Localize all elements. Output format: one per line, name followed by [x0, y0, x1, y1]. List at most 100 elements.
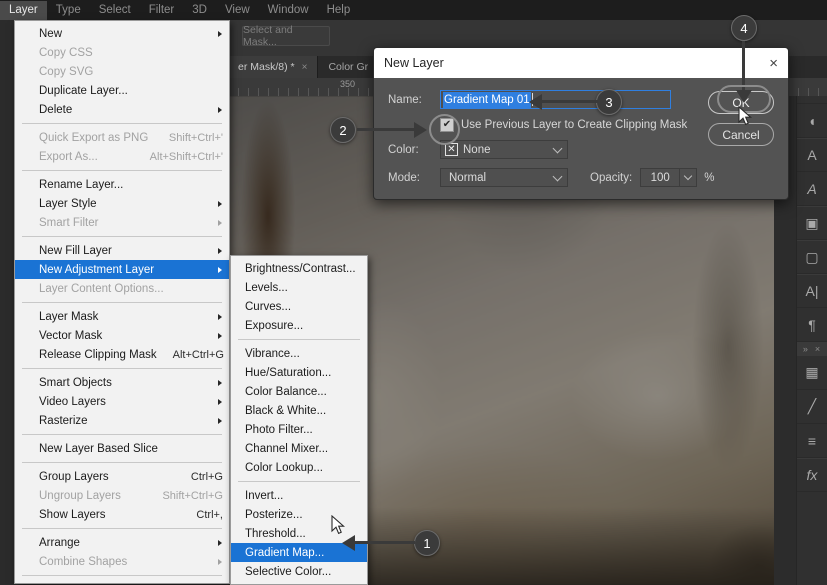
menu-item-label: Combine Shapes: [39, 555, 128, 568]
adjustment-menu-item-brightness-contrast[interactable]: Brightness/Contrast...: [231, 259, 367, 278]
3d-cube-icon[interactable]: ▢: [797, 240, 827, 274]
layer-menu-item-delete[interactable]: Delete: [15, 100, 229, 119]
tab-close-icon[interactable]: ×: [302, 62, 308, 73]
mode-select[interactable]: Normal: [440, 168, 568, 187]
menubar-item-type[interactable]: Type: [47, 1, 90, 20]
adjustments-icon[interactable]: ≡: [797, 424, 827, 458]
menu-item-label: Quick Export as PNG: [39, 131, 149, 144]
adjustment-menu-item-levels[interactable]: Levels...: [231, 278, 367, 297]
layer-menu-item-new-layer-based-slice[interactable]: New Layer Based Slice: [15, 439, 229, 458]
menu-item-label: Vibrance...: [245, 347, 300, 360]
character-panel-icon[interactable]: A|: [797, 274, 827, 308]
menu-item-label: Hue/Saturation...: [245, 366, 332, 379]
annotation-line-3: [542, 100, 598, 103]
menubar-item-3d[interactable]: 3D: [183, 1, 216, 20]
adjustment-menu-item-photo-filter[interactable]: Photo Filter...: [231, 420, 367, 439]
adjustment-menu-item-hue-saturation[interactable]: Hue/Saturation...: [231, 363, 367, 382]
layer-menu-item-duplicate-layer[interactable]: Duplicate Layer...: [15, 81, 229, 100]
rail-collapse-glyph[interactable]: »: [803, 344, 809, 354]
layer-menu[interactable]: New Copy CSS Copy SVG Duplicate Layer... Del…: [14, 20, 230, 584]
layer-menu-item-show-layers[interactable]: Show Layers Ctrl+,: [15, 505, 229, 524]
adjustment-menu-item-selective-color[interactable]: Selective Color...: [231, 562, 367, 581]
menubar-item-window[interactable]: Window: [259, 1, 318, 20]
adjustment-menu-item-exposure[interactable]: Exposure...: [231, 316, 367, 335]
cancel-button[interactable]: Cancel: [708, 123, 774, 146]
rail-collapse-handle-2[interactable]: » ×: [797, 342, 827, 356]
menu-separator: [22, 434, 222, 435]
annotation-ring-ok: [717, 85, 771, 113]
opacity-input[interactable]: 100: [640, 168, 681, 187]
properties-panel-icon[interactable]: ▦: [797, 356, 827, 390]
vertical-type-icon[interactable]: A: [797, 172, 827, 206]
adjustment-menu-item-invert[interactable]: Invert...: [231, 486, 367, 505]
layer-menu-item-layer-mask[interactable]: Layer Mask: [15, 307, 229, 326]
annotation-line-1: [355, 541, 415, 544]
menu-item-label: Rasterize: [39, 414, 88, 427]
layer-menu-item-rasterize[interactable]: Rasterize: [15, 411, 229, 430]
layer-menu-item-copy-css: Copy CSS: [15, 43, 229, 62]
menubar-item-select[interactable]: Select: [90, 1, 140, 20]
menu-item-label: Ungroup Layers: [39, 489, 121, 502]
submenu-caret-icon: [218, 200, 222, 207]
opacity-stepper[interactable]: [680, 168, 698, 187]
layer-menu-item-new[interactable]: New: [15, 24, 229, 43]
mode-value: Normal: [449, 171, 487, 184]
layer-menu-item-copy-svg: Copy SVG: [15, 62, 229, 81]
dialog-title: New Layer: [384, 56, 444, 70]
layer-menu-item-layer-style[interactable]: Layer Style: [15, 194, 229, 213]
adjustment-menu-item-black-white[interactable]: Black & White...: [231, 401, 367, 420]
brush-icon[interactable]: ╱: [797, 390, 827, 424]
clipping-mask-label: Use Previous Layer to Create Clipping Ma…: [461, 119, 688, 131]
tab-document-active[interactable]: er Mask/8) * ×: [228, 56, 319, 78]
layer-menu-item-release-clipping-mask[interactable]: Release Clipping Mask Alt+Ctrl+G: [15, 345, 229, 364]
menubar-item-help[interactable]: Help: [318, 1, 360, 20]
layers-panel-icon[interactable]: ▣: [797, 206, 827, 240]
paragraph-panel-icon[interactable]: ¶: [797, 308, 827, 342]
layer-name-value: Gradient Map 01: [443, 91, 531, 108]
fx-icon[interactable]: fx: [797, 458, 827, 492]
rotate-view-icon[interactable]: ◖: [797, 104, 827, 138]
menu-item-label: Color Balance...: [245, 385, 327, 398]
mode-label: Mode:: [388, 171, 420, 184]
menu-item-label: Arrange: [39, 536, 80, 549]
rail-close-glyph[interactable]: ×: [815, 344, 821, 354]
adjustment-menu-item-color-balance[interactable]: Color Balance...: [231, 382, 367, 401]
annotation-arrow-3: [529, 94, 542, 110]
color-select[interactable]: ✕ None: [440, 140, 568, 159]
opacity-unit: %: [704, 171, 715, 184]
menu-item-label: Curves...: [245, 300, 292, 313]
submenu-caret-icon: [218, 30, 222, 37]
menubar-item-layer[interactable]: Layer: [0, 0, 47, 20]
tab-label: Color Gr: [328, 61, 369, 73]
adjustment-menu-item-color-lookup[interactable]: Color Lookup...: [231, 458, 367, 477]
annotation-arrow-2: [414, 122, 427, 138]
tab-document-2[interactable]: Color Gr: [318, 56, 380, 78]
menubar-item-view[interactable]: View: [216, 1, 259, 20]
menu-separator: [238, 481, 360, 482]
adjustment-menu-item-curves[interactable]: Curves...: [231, 297, 367, 316]
close-icon[interactable]: ×: [769, 56, 778, 71]
opacity-group: Opacity: 100 %: [590, 168, 714, 187]
select-and-mask-button[interactable]: Select and Mask...: [242, 24, 330, 48]
layer-menu-item-video-layers[interactable]: Video Layers: [15, 392, 229, 411]
menu-item-label: Smart Filter: [39, 216, 99, 229]
tool-rail[interactable]: » ⚯ ◖ A A ▣ ▢ A| ¶ » × ▦ ╱ ≡ fx: [796, 56, 827, 585]
adjustment-menu-item-channel-mixer[interactable]: Channel Mixer...: [231, 439, 367, 458]
type-tool-icon[interactable]: A: [797, 138, 827, 172]
layer-menu-item-vector-mask[interactable]: Vector Mask: [15, 326, 229, 345]
adjustment-menu-item-posterize[interactable]: Posterize...: [231, 505, 367, 524]
adjustment-menu-item-vibrance[interactable]: Vibrance...: [231, 344, 367, 363]
layer-menu-item-smart-objects[interactable]: Smart Objects: [15, 373, 229, 392]
layer-menu-item-new-fill-layer[interactable]: New Fill Layer: [15, 241, 229, 260]
layer-menu-item-group-layers[interactable]: Group Layers Ctrl+G: [15, 467, 229, 486]
layer-menu-item-combine-shapes: Combine Shapes: [15, 552, 229, 571]
layer-menu-item-rename-layer[interactable]: Rename Layer...: [15, 175, 229, 194]
menu-item-label: New Adjustment Layer: [39, 263, 155, 276]
layer-menu-item-new-adjustment-layer[interactable]: New Adjustment Layer: [15, 260, 229, 279]
menu-item-shortcut: Ctrl+G: [190, 470, 223, 483]
menubar-item-filter[interactable]: Filter: [140, 1, 184, 20]
submenu-caret-icon: [218, 313, 222, 320]
submenu-caret-icon: [218, 398, 222, 405]
layer-menu-item-arrange[interactable]: Arrange: [15, 533, 229, 552]
menu-item-label: Video Layers: [39, 395, 106, 408]
